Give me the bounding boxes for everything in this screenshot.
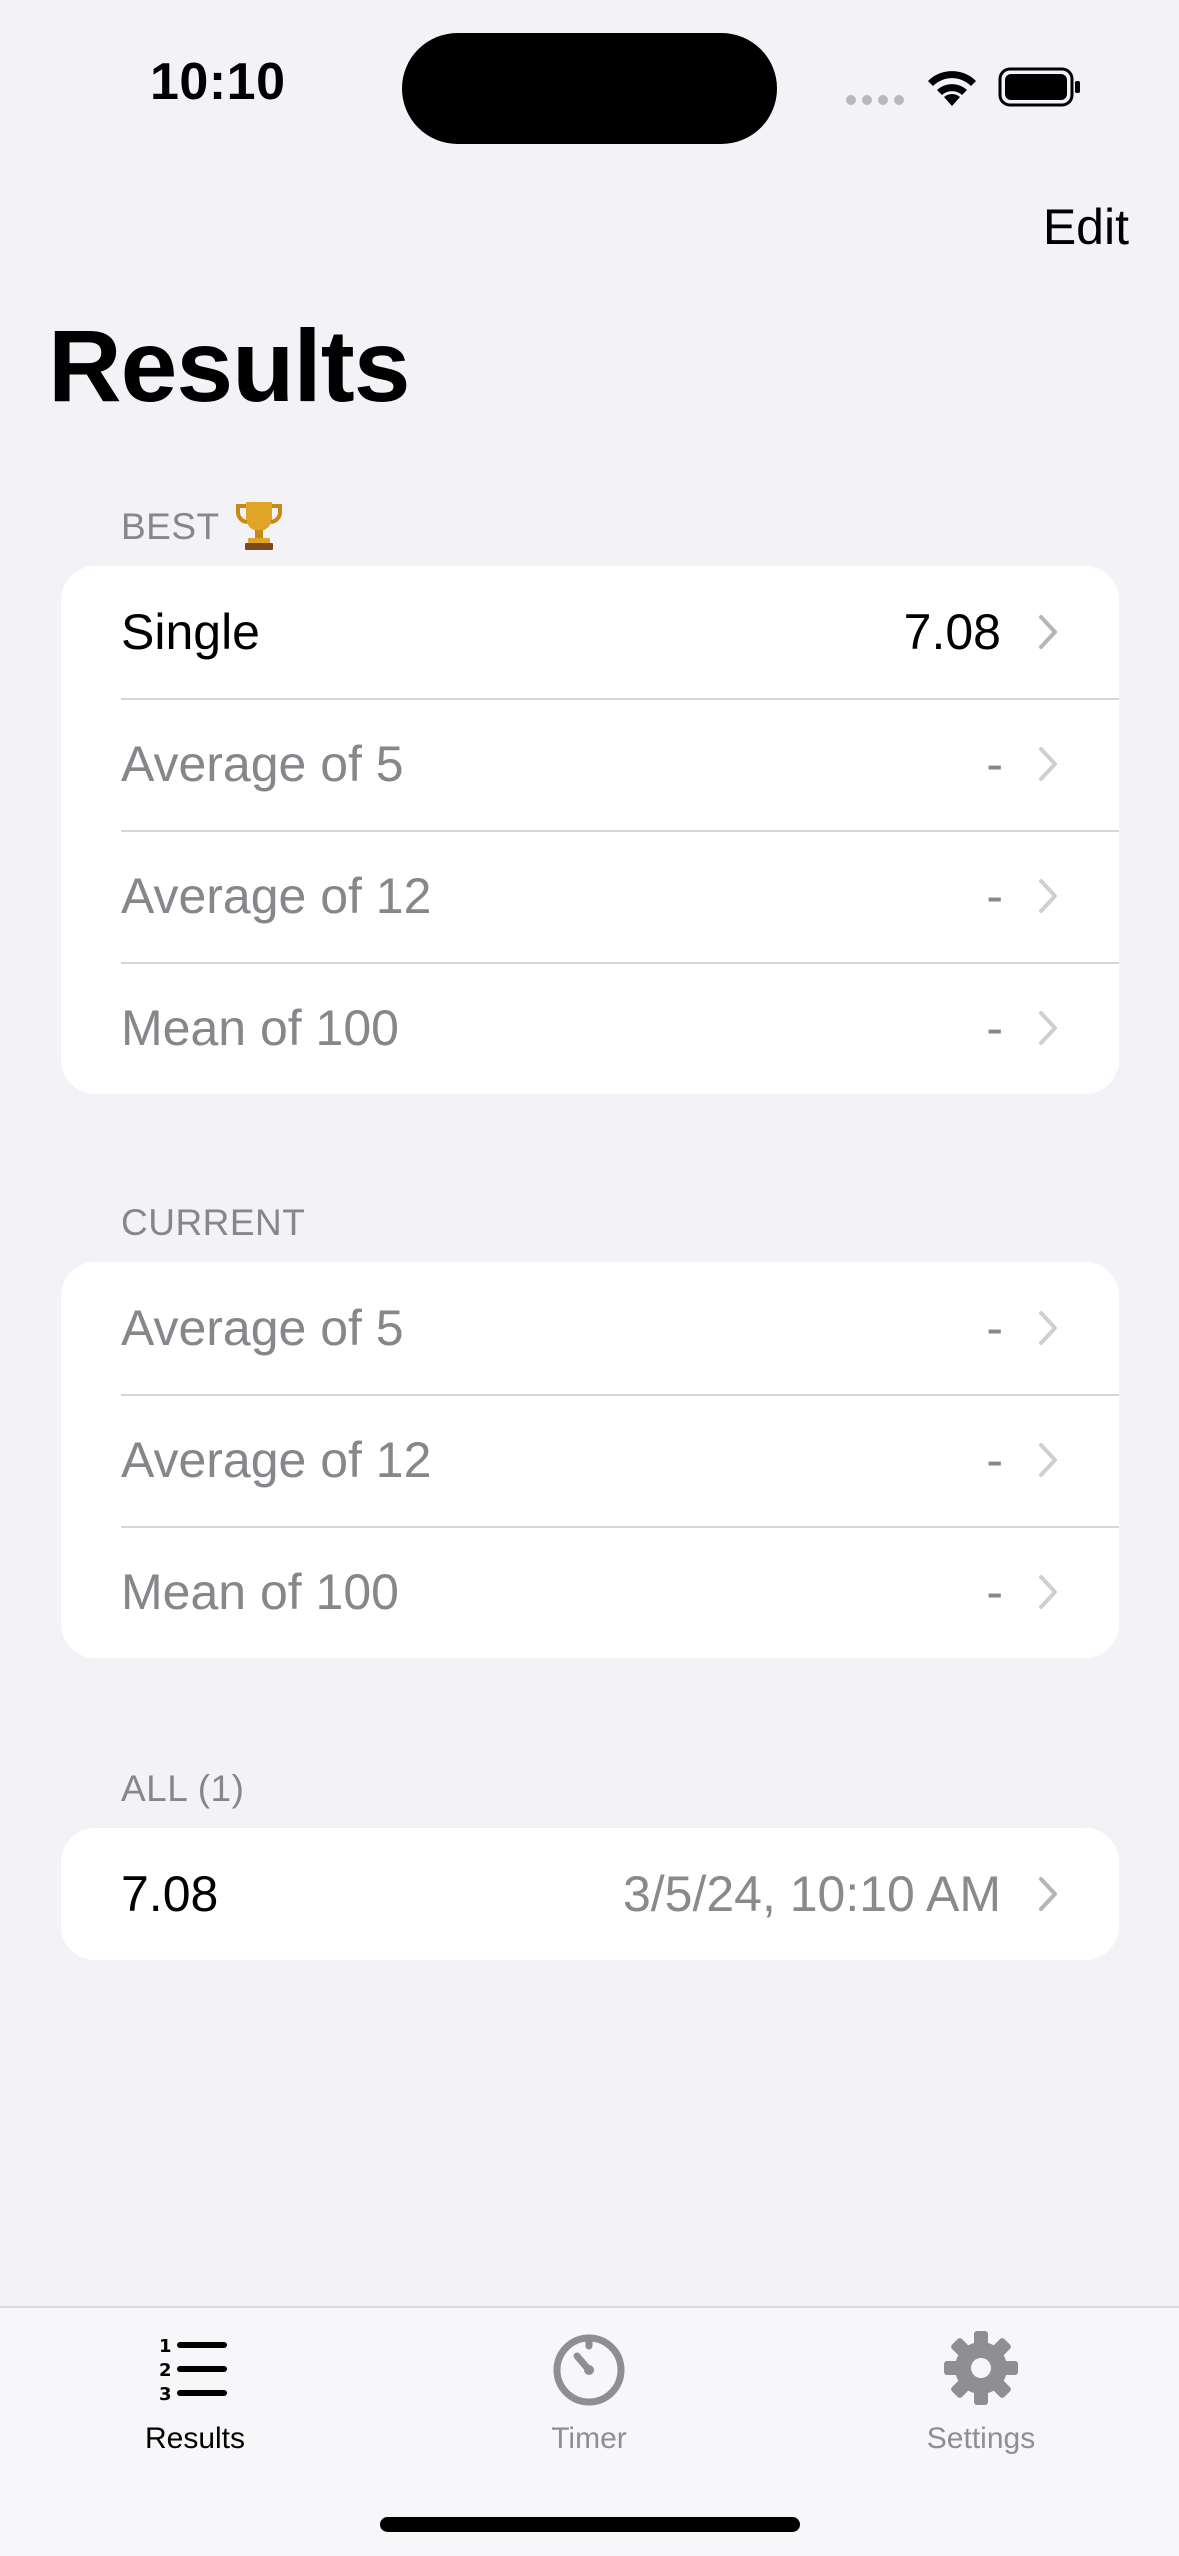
- current-row-mo100[interactable]: Mean of 100 -: [61, 1526, 1119, 1658]
- all-section-title: ALL (1): [121, 1768, 245, 1809]
- status-bar: 10:10: [0, 0, 1179, 150]
- svg-text:1: 1: [159, 2336, 172, 2357]
- chevron-right-icon: [1039, 1575, 1057, 1609]
- row-value: -: [986, 1432, 1003, 1488]
- row-label: Mean of 100: [121, 1564, 399, 1620]
- current-card: Average of 5 - Average of 12 - Mean of 1…: [61, 1262, 1119, 1658]
- row-value: -: [986, 868, 1003, 924]
- row-label: Average of 12: [121, 1432, 432, 1488]
- row-label: Average of 5: [121, 736, 404, 792]
- row-label: Mean of 100: [121, 1000, 399, 1056]
- chevron-right-icon: [1039, 615, 1057, 649]
- edit-button[interactable]: Edit: [1043, 198, 1129, 256]
- tab-timer[interactable]: Timer: [459, 2328, 719, 2468]
- row-label: Average of 12: [121, 868, 432, 924]
- all-section-header: ALL (1): [121, 1768, 244, 1810]
- best-row-single[interactable]: Single 7.08: [61, 566, 1119, 698]
- dynamic-island: [402, 33, 777, 144]
- best-row-mo100[interactable]: Mean of 100 -: [61, 962, 1119, 1094]
- tab-label: Results: [144, 2422, 246, 2455]
- result-time: 7.08: [121, 1866, 219, 1922]
- best-card: Single 7.08 Average of 5 - Average of 12…: [61, 566, 1119, 1094]
- row-value: -: [986, 1564, 1003, 1620]
- tab-results[interactable]: 1 2 3 Results: [65, 2328, 325, 2468]
- gear-icon: [944, 2331, 1018, 2405]
- row-value: 7.08: [903, 604, 1001, 660]
- tab-label: Settings: [926, 2422, 1036, 2455]
- trophy-icon: [235, 502, 282, 550]
- status-time: 10:10: [150, 53, 286, 111]
- chevron-right-icon: [1039, 879, 1057, 913]
- svg-text:2: 2: [159, 2360, 172, 2381]
- result-row[interactable]: 7.08 3/5/24, 10:10 AM: [61, 1828, 1119, 1960]
- chevron-right-icon: [1039, 1311, 1057, 1345]
- row-label: Average of 5: [121, 1300, 404, 1356]
- cellular-signal-icon: [846, 95, 904, 105]
- all-card: 7.08 3/5/24, 10:10 AM: [61, 1828, 1119, 1960]
- current-row-ao12[interactable]: Average of 12 -: [61, 1394, 1119, 1526]
- current-section-header: CURRENT: [121, 1202, 305, 1244]
- chevron-right-icon: [1039, 1011, 1057, 1045]
- row-value: -: [986, 736, 1003, 792]
- timer-icon: [553, 2334, 625, 2406]
- result-date: 3/5/24, 10:10 AM: [622, 1866, 1001, 1922]
- tab-label: Timer: [551, 2422, 627, 2455]
- page-title: Results: [48, 309, 410, 423]
- home-indicator[interactable]: [380, 2517, 800, 2532]
- list-numbered-icon: 1 2 3: [159, 2336, 227, 2405]
- chevron-right-icon: [1039, 1443, 1057, 1477]
- tab-settings[interactable]: Settings: [851, 2328, 1111, 2468]
- row-value: -: [986, 1000, 1003, 1056]
- wifi-icon: [928, 71, 976, 106]
- best-section-header: BEST: [121, 500, 284, 554]
- chevron-right-icon: [1039, 1877, 1057, 1911]
- current-section-title: CURRENT: [121, 1202, 306, 1243]
- best-section-title: BEST: [121, 506, 220, 547]
- row-value: -: [986, 1300, 1003, 1356]
- battery-icon: [998, 67, 1080, 107]
- chevron-right-icon: [1039, 747, 1057, 781]
- best-row-ao5[interactable]: Average of 5 -: [61, 698, 1119, 830]
- best-row-ao12[interactable]: Average of 12 -: [61, 830, 1119, 962]
- svg-text:3: 3: [159, 2384, 172, 2405]
- current-row-ao5[interactable]: Average of 5 -: [61, 1262, 1119, 1394]
- row-label: Single: [121, 604, 260, 660]
